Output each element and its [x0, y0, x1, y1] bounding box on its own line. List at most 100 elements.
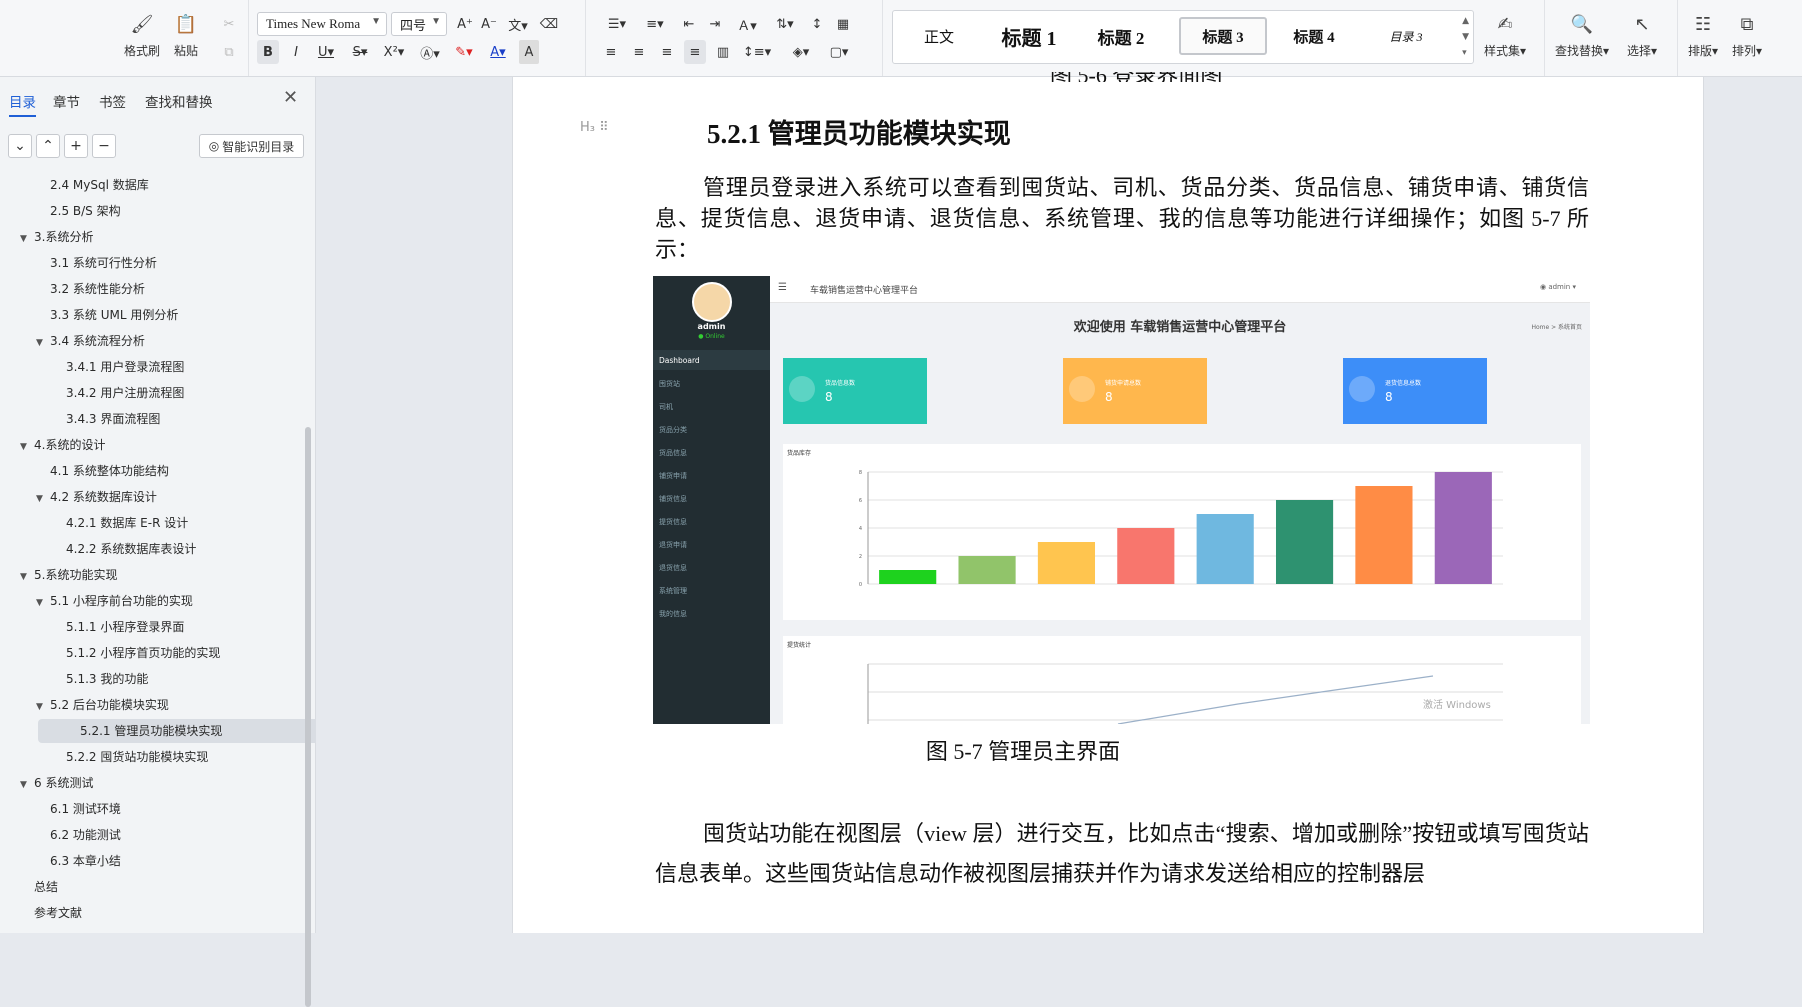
- style-heading4[interactable]: 标题 4: [1271, 17, 1357, 55]
- toc-item[interactable]: 3.4.3 界面流程图: [52, 407, 160, 431]
- remove-toc-item-button[interactable]: −: [92, 134, 116, 158]
- style-heading3[interactable]: 标题 3: [1179, 17, 1267, 55]
- table-grid-icon[interactable]: ▦: [832, 12, 854, 36]
- toc-item[interactable]: 3.2 系统性能分析: [36, 277, 145, 301]
- expand-triangle-icon[interactable]: ▼: [36, 591, 50, 615]
- tab-toc[interactable]: 目录: [9, 91, 36, 117]
- text-effect-icon[interactable]: Ⓐ▾: [415, 40, 445, 64]
- style-toc3[interactable]: 目录 3: [1363, 17, 1449, 55]
- toc-item[interactable]: 4.2.2 系统数据库表设计: [52, 537, 196, 561]
- expand-triangle-icon[interactable]: ▼: [20, 565, 34, 589]
- border-icon[interactable]: ▢▾: [822, 40, 856, 64]
- sidebar-scrollbar[interactable]: [305, 427, 311, 1007]
- eraser-icon[interactable]: ⌫: [539, 12, 559, 36]
- select-button[interactable]: ↖ 选择▾: [1627, 0, 1657, 59]
- toc-item[interactable]: 6.2 功能测试: [36, 823, 121, 847]
- toc-item[interactable]: ▼ 5.1 小程序前台功能的实现: [36, 589, 193, 613]
- toc-item[interactable]: 2.4 MySql 数据库: [36, 173, 149, 197]
- toc-item[interactable]: ▼ 4.系统的设计: [20, 433, 105, 457]
- phonetic-icon[interactable]: 文▾: [505, 12, 531, 36]
- toc-item[interactable]: 4.2.1 数据库 E-R 设计: [52, 511, 188, 535]
- smart-toc-button[interactable]: ◎ 智能识别目录: [199, 134, 304, 158]
- style-set-button[interactable]: ✍ 样式集▾: [1484, 0, 1526, 59]
- copy-icon[interactable]: ⧉: [218, 40, 240, 64]
- arrange-button[interactable]: ⧉ 排列▾: [1732, 0, 1762, 59]
- expand-triangle-icon[interactable]: ▼: [20, 773, 34, 797]
- gallery-scroll-icon[interactable]: ▲ ▼ ▾: [1462, 13, 1469, 61]
- increase-indent-icon[interactable]: ⇥: [704, 12, 726, 36]
- line-sort-icon[interactable]: ↕: [806, 12, 828, 36]
- toc-item[interactable]: 3.4.1 用户登录流程图: [52, 355, 184, 379]
- toc-item[interactable]: 参考文献: [20, 901, 82, 925]
- expand-up-button[interactable]: ⌃: [36, 134, 60, 158]
- font-name-select[interactable]: Times New Roma ▼: [257, 12, 387, 36]
- toc-item[interactable]: ▼ 3.4 系统流程分析: [36, 329, 145, 353]
- strikethrough-icon[interactable]: S▾: [345, 40, 375, 64]
- toc-item[interactable]: 5.1.2 小程序首页功能的实现: [52, 641, 220, 665]
- align-right-icon[interactable]: ≡: [656, 40, 678, 64]
- justify-icon[interactable]: ≡: [684, 40, 706, 64]
- format-painter-button[interactable]: 🖌 格式刷: [124, 0, 160, 59]
- toc-item[interactable]: 5.1.1 小程序登录界面: [52, 615, 184, 639]
- tab-find-replace[interactable]: 查找和替换: [145, 91, 213, 111]
- toc-item[interactable]: 2.5 B/S 架构: [36, 199, 121, 223]
- toc-item[interactable]: 3.4.2 用户注册流程图: [52, 381, 184, 405]
- expand-triangle-icon[interactable]: ▼: [20, 227, 34, 251]
- toc-item-label: 总结: [34, 880, 59, 894]
- embedded-menu-item: 系统管理: [659, 587, 687, 595]
- font-color-icon[interactable]: A▾: [483, 40, 513, 64]
- close-icon[interactable]: ✕: [283, 87, 298, 108]
- align-left-icon[interactable]: ≡: [600, 40, 622, 64]
- toc-item[interactable]: 5.1.3 我的功能: [52, 667, 148, 691]
- tab-bookmarks[interactable]: 书签: [99, 91, 126, 111]
- style-heading1[interactable]: 标题 1: [987, 17, 1071, 55]
- line-spacing-icon[interactable]: ↕≡▾: [740, 40, 774, 64]
- toc-item-label: 5.1.2 小程序首页功能的实现: [66, 646, 221, 660]
- layout-button[interactable]: ☷ 排版▾: [1688, 0, 1718, 59]
- tab-chapters[interactable]: 章节: [53, 91, 80, 111]
- toc-item[interactable]: ▼ 5.2 后台功能模块实现: [36, 693, 169, 717]
- expand-triangle-icon[interactable]: ▼: [20, 435, 34, 459]
- text-direction-icon[interactable]: Ａ▾: [730, 12, 764, 36]
- paste-button[interactable]: 📋 粘贴: [174, 0, 198, 59]
- shading-icon[interactable]: ◈▾: [784, 40, 818, 64]
- toc-item[interactable]: ▼ 3.系统分析: [20, 225, 93, 249]
- toc-item[interactable]: 6.3 本章小结: [36, 849, 121, 873]
- grow-font-icon[interactable]: A⁺: [455, 12, 475, 36]
- add-toc-item-button[interactable]: +: [64, 134, 88, 158]
- cut-icon[interactable]: ✂: [218, 12, 240, 36]
- align-center-icon[interactable]: ≡: [628, 40, 650, 64]
- numbered-list-icon[interactable]: ≡▾: [638, 12, 672, 36]
- toc-item[interactable]: 3.1 系统可行性分析: [36, 251, 157, 275]
- expand-triangle-icon[interactable]: ▼: [36, 331, 50, 355]
- y-tick-label: 6: [859, 498, 862, 504]
- expand-triangle-icon[interactable]: ▼: [36, 487, 50, 511]
- expand-triangle-icon[interactable]: ▼: [36, 695, 50, 719]
- toc-item[interactable]: ▼ 4.2 系统数据库设计: [36, 485, 157, 509]
- toc-item[interactable]: 总结: [20, 875, 58, 899]
- sort-icon[interactable]: ⇅▾: [768, 12, 802, 36]
- underline-icon[interactable]: U▾: [311, 40, 341, 64]
- superscript-icon[interactable]: X²▾: [379, 40, 409, 64]
- toc-item[interactable]: 6.1 测试环境: [36, 797, 121, 821]
- shrink-font-icon[interactable]: A⁻: [479, 12, 499, 36]
- char-shading-icon[interactable]: A: [519, 40, 539, 64]
- toc-item[interactable]: ▼ 6 系统测试: [20, 771, 93, 795]
- italic-icon[interactable]: I: [285, 40, 307, 64]
- embedded-menu-item: 退货申请: [659, 541, 687, 549]
- highlight-icon[interactable]: ✎▾: [449, 40, 479, 64]
- style-normal[interactable]: 正文: [901, 17, 977, 55]
- bold-icon[interactable]: B: [257, 40, 279, 64]
- style-heading2[interactable]: 标题 2: [1079, 17, 1163, 55]
- collapse-all-button[interactable]: ⌄: [8, 134, 32, 158]
- bullet-list-icon[interactable]: ☰▾: [600, 12, 634, 36]
- heading-level-icon[interactable]: H₃ ⠿: [580, 120, 609, 135]
- find-replace-button[interactable]: 🔍 查找替换▾: [1555, 0, 1609, 59]
- decrease-indent-icon[interactable]: ⇤: [678, 12, 700, 36]
- pen-icon: ✍: [1497, 13, 1513, 35]
- distribute-icon[interactable]: ▥: [712, 40, 734, 64]
- toc-item[interactable]: 3.3 系统 UML 用例分析: [36, 303, 178, 327]
- toc-item[interactable]: ▼ 5.系统功能实现: [20, 563, 117, 587]
- toc-item[interactable]: 4.1 系统整体功能结构: [36, 459, 169, 483]
- font-size-select[interactable]: 四号 ▼: [391, 12, 447, 36]
